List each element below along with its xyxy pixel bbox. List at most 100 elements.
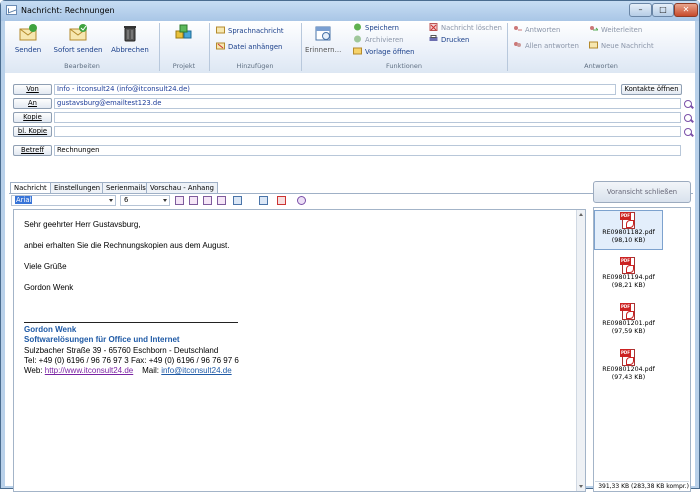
delete-message-button[interactable]: Nachricht löschen (429, 23, 502, 33)
pdf-icon (620, 212, 635, 229)
minimize-button[interactable]: – (629, 3, 652, 17)
to-button[interactable]: An (13, 98, 52, 109)
subject-button[interactable]: Betreff (13, 145, 52, 156)
ribbon: Senden Sofort senden Abbrechen Bearbeite… (5, 21, 695, 73)
cc-button[interactable]: Kopie (13, 112, 52, 123)
new-message-label: Neue Nachricht (601, 42, 654, 50)
chevron-down-icon (109, 199, 113, 202)
mail-icon (6, 5, 17, 15)
reply-button[interactable]: Antworten (513, 25, 560, 35)
delete-message-label: Nachricht löschen (441, 24, 502, 32)
maximize-button[interactable]: □ (652, 3, 674, 17)
group-label-bearbeiten: Bearbeiten (64, 62, 100, 70)
pdf-icon (620, 349, 635, 366)
signature-web-row: Web: http://www.itconsult24.de Mail: inf… (24, 366, 239, 376)
reply-label: Antworten (525, 26, 561, 34)
attachment-name: RE09801182.pdf (602, 229, 655, 236)
save-button[interactable]: Speichern (353, 23, 399, 33)
attach-file-label: Datei anhängen (228, 43, 283, 51)
send-button[interactable]: Senden (13, 23, 43, 59)
calendar-icon (315, 26, 331, 41)
signature-phone: Tel: +49 (0) 6196 / 96 76 97 3 Fax: +49 … (24, 355, 239, 365)
link-icon[interactable] (277, 196, 286, 205)
voice-message-icon (216, 26, 225, 34)
reply-all-button[interactable]: Allen antworten (513, 41, 579, 51)
spellcheck-icon[interactable] (297, 196, 306, 205)
font-value: Arial (15, 196, 33, 204)
attachment-item[interactable]: RE09801204.pdf (97,43 KB) (594, 348, 663, 388)
pdf-icon (620, 303, 635, 320)
to-field[interactable]: gustavsburg@emailtest123.de (54, 98, 681, 109)
attachment-size: (98,21 KB) (611, 282, 646, 289)
print-label: Drucken (441, 36, 470, 44)
forward-button[interactable]: Weiterleiten (589, 25, 642, 35)
from-button[interactable]: Von (13, 84, 52, 95)
italic-icon[interactable] (189, 196, 198, 205)
send-now-button[interactable]: Sofort senden (53, 23, 103, 59)
remind-label: Erinnern... (305, 46, 342, 54)
attachment-size: (97,43 KB) (611, 374, 646, 381)
attach-file-button[interactable]: Datei anhängen (216, 42, 282, 52)
search-icon[interactable] (684, 114, 692, 122)
underline-icon[interactable] (203, 196, 212, 205)
greeting: Sehr geehrter Herr Gustavsburg, (24, 220, 141, 229)
strikethrough-icon[interactable] (217, 196, 226, 205)
tab-serienmails[interactable]: Serienmails (102, 182, 150, 193)
bcc-field[interactable] (54, 126, 681, 137)
attachment-item[interactable]: RE09801201.pdf (97,59 KB) (594, 302, 663, 342)
cancel-button[interactable]: Abbrechen (111, 23, 149, 59)
remind-button[interactable]: Erinnern... (305, 23, 341, 59)
open-template-button[interactable]: Vorlage öffnen (353, 47, 414, 57)
bcc-button[interactable]: bl. Kopie (13, 126, 52, 137)
save-icon (354, 23, 361, 31)
attachment-item[interactable]: RE09801182.pdf (98,10 KB) (594, 210, 663, 250)
font-size-select[interactable]: 6 (120, 195, 170, 206)
email-link[interactable]: info@itconsult24.de (161, 366, 231, 375)
tab-vorschau-anhang[interactable]: Vorschau - Anhang (146, 182, 218, 193)
attachment-item[interactable]: RE09801194.pdf (98,21 KB) (594, 256, 663, 296)
editor-scrollbar[interactable] (576, 210, 585, 491)
cancel-label: Abbrechen (111, 46, 149, 54)
new-message-button[interactable]: Neue Nachricht (589, 41, 654, 51)
font-size-value: 6 (124, 196, 129, 204)
bold-icon[interactable] (175, 196, 184, 205)
format-toolbar: Arial 6 (9, 195, 589, 207)
font-select[interactable]: Arial (11, 195, 116, 206)
signature-address: Sulzbacher Straße 39 - 65760 Eschborn - … (24, 345, 219, 355)
new-message-icon (589, 41, 598, 49)
reply-all-label: Allen antworten (525, 42, 579, 50)
search-icon[interactable] (684, 100, 692, 108)
from-field[interactable]: Info - itconsult24 (info@itconsult24.de) (54, 84, 616, 95)
window-client: Senden Sofort senden Abbrechen Bearbeite… (5, 21, 695, 492)
project-button[interactable] (169, 23, 199, 59)
forward-label: Weiterleiten (601, 26, 643, 34)
message-window: Nachricht: Rechnungen – □ ✕ Senden Sofor… (0, 0, 700, 492)
mail-label: Mail: (133, 366, 162, 376)
cc-field[interactable] (54, 112, 681, 123)
tab-einstellungen[interactable]: Einstellungen (50, 182, 105, 193)
message-editor[interactable]: Sehr geehrter Herr Gustavsburg, anbei er… (13, 209, 586, 492)
print-button[interactable]: Drucken (429, 35, 469, 45)
open-template-label: Vorlage öffnen (365, 48, 415, 56)
subject-field[interactable]: Rechnungen (54, 145, 681, 156)
close-window-button[interactable]: ✕ (674, 3, 698, 17)
signature-name: Gordon Wenk (24, 325, 77, 334)
align-icon[interactable] (233, 196, 242, 205)
group-label-hinzufuegen: Hinzufügen (236, 62, 274, 70)
voice-message-label: Sprachnachricht (228, 27, 284, 35)
attach-file-icon (216, 42, 225, 50)
send-now-icon (69, 24, 87, 41)
list-icon[interactable] (259, 196, 268, 205)
voice-message-button[interactable]: Sprachnachricht (216, 26, 284, 36)
website-link[interactable]: http://www.itconsult24.de (45, 366, 134, 375)
reply-icon (514, 26, 522, 31)
closing: Viele Grüße (24, 262, 67, 271)
archive-icon (354, 35, 361, 43)
archive-button[interactable]: Archivieren (353, 35, 403, 45)
close-preview-button[interactable]: Voransicht schließen (593, 181, 691, 203)
save-label: Speichern (365, 24, 399, 32)
open-contacts-button[interactable]: Kontakte öffnen (621, 84, 682, 95)
open-template-icon (353, 47, 362, 55)
search-icon[interactable] (684, 128, 692, 136)
